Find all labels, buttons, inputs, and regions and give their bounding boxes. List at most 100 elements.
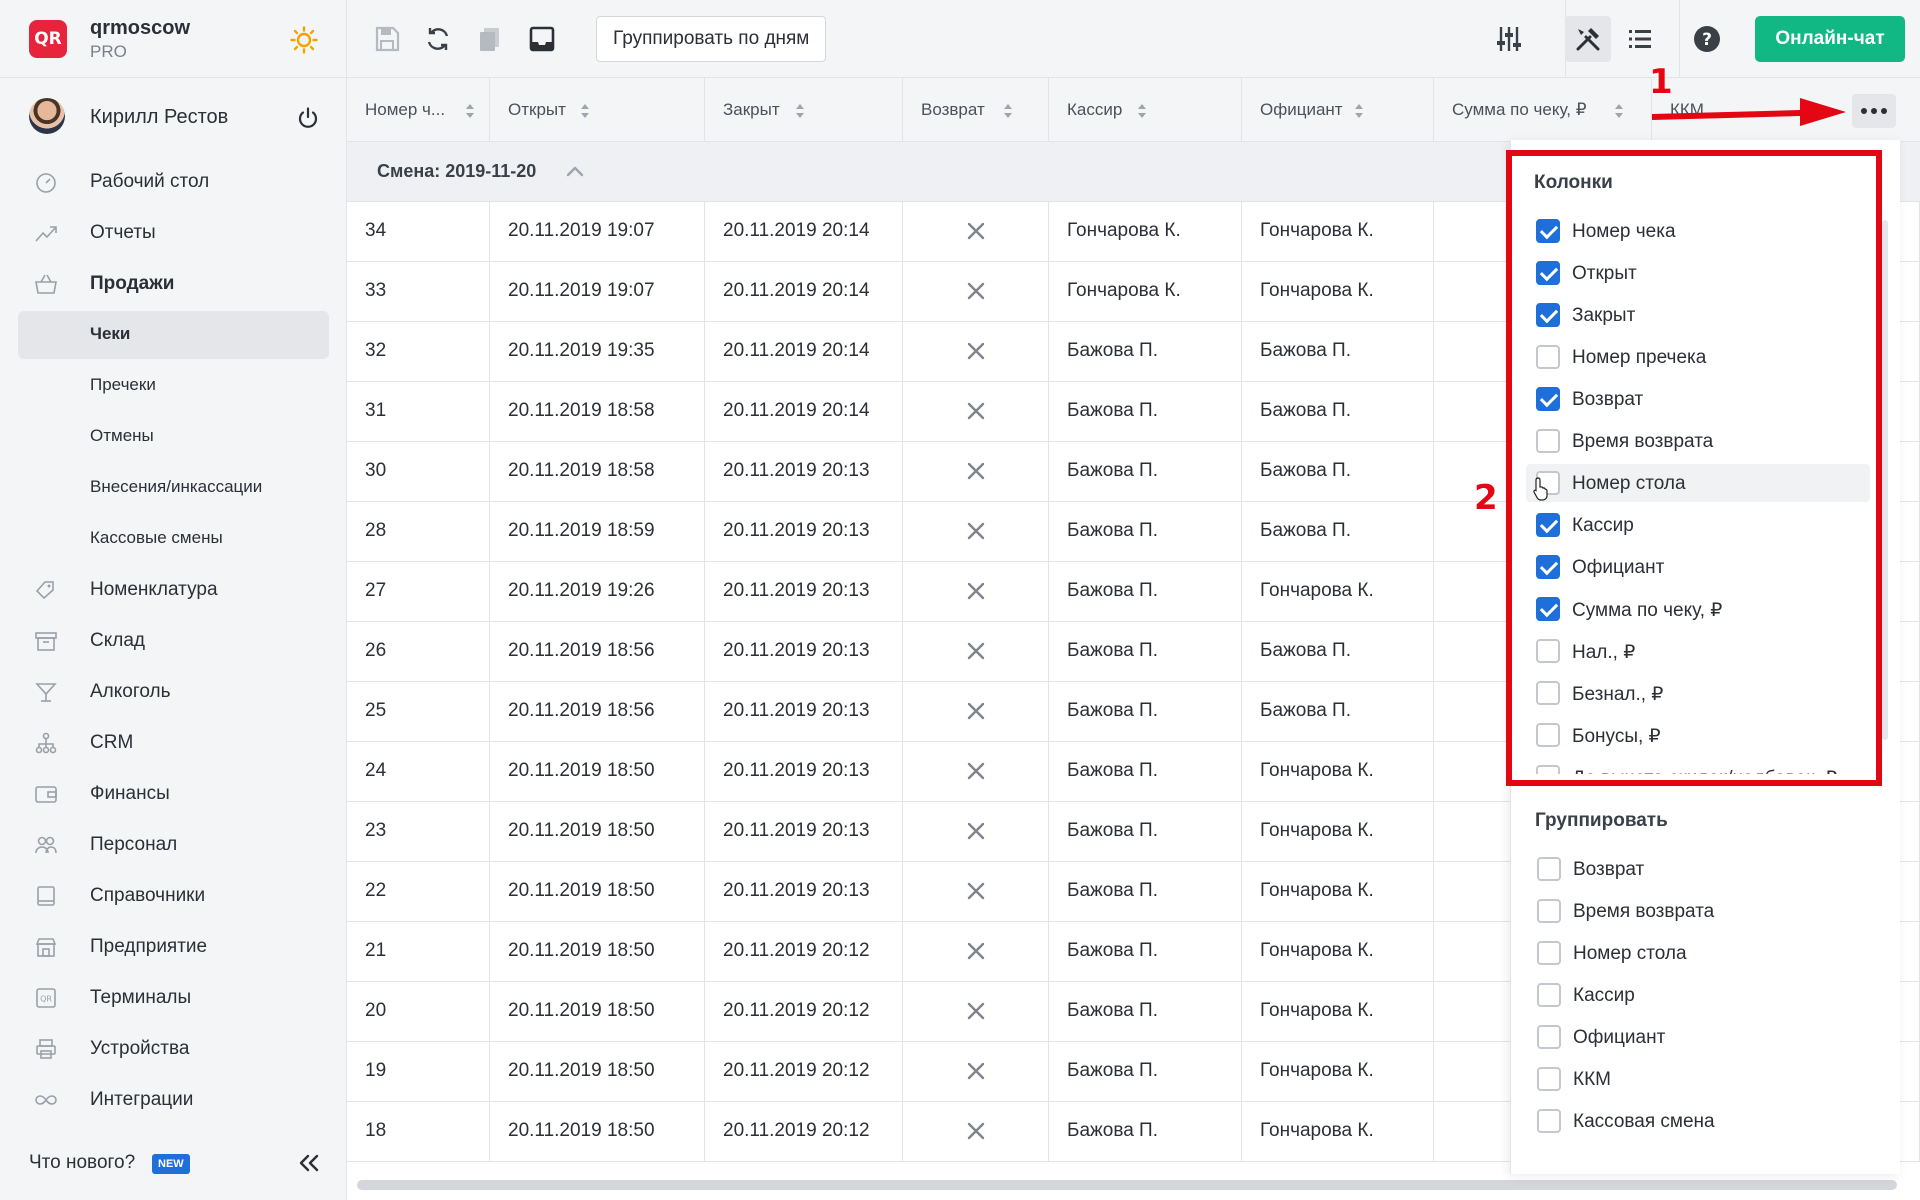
sort-icon[interactable] [1003,103,1013,119]
cell-value: Бажова П. [1067,520,1158,541]
table-cell: 31 [347,382,490,442]
group-checkbox[interactable] [1537,1025,1561,1049]
tools-icon[interactable] [1573,24,1603,54]
sort-icon[interactable] [1614,103,1624,119]
list-icon[interactable] [1625,24,1655,54]
sort-icon[interactable] [465,103,475,119]
group-checkbox[interactable] [1537,857,1561,881]
sun-icon[interactable] [290,26,318,54]
group-option[interactable]: ККМ [1527,1060,1871,1098]
more-options-button[interactable] [1852,94,1896,128]
column-header-waiter[interactable]: Официант [1242,78,1434,142]
group-option[interactable]: Кассовая смена [1527,1102,1871,1140]
people-icon [35,836,57,854]
whats-new-link[interactable]: Что нового? [29,1152,135,1174]
table-cell [903,502,1049,562]
table-cell: 20.11.2019 20:14 [705,322,903,382]
table-cell: 26 [347,622,490,682]
cell-value: 20.11.2019 20:13 [723,700,870,721]
help-icon[interactable]: ? [1692,24,1722,54]
cell-value: 33 [365,280,387,301]
power-icon[interactable] [296,106,320,130]
refresh-icon[interactable] [423,24,453,54]
sort-icon[interactable] [580,103,590,119]
speedometer-icon [36,173,56,193]
group-checkbox[interactable] [1537,941,1561,965]
cell-value: Бажова П. [1067,820,1158,841]
sort-icon[interactable] [1354,103,1364,119]
sidebar-item-staff[interactable]: Персонал [0,819,347,870]
sidebar-subitem-prechecks[interactable]: Пречеки [0,360,347,411]
group-option[interactable]: Официант [1527,1018,1871,1056]
table-cell: 27 [347,562,490,622]
group-option[interactable]: Время возврата [1527,892,1871,930]
group-checkbox[interactable] [1537,1067,1561,1091]
cell-value: 20.11.2019 20:13 [723,640,870,661]
columns-scrollbar[interactable] [1882,220,1888,740]
column-header-sum[interactable]: Сумма по чеку, ₽ [1434,78,1652,142]
column-header-open[interactable]: Открыт [490,78,705,142]
sliders-icon[interactable] [1494,24,1524,54]
sort-icon[interactable] [795,103,805,119]
group-by-days-button[interactable]: Группировать по дням [596,16,827,62]
sidebar-item-enterprise[interactable]: Предприятие [0,921,347,972]
group-checkbox[interactable] [1537,983,1561,1007]
group-checkbox[interactable] [1537,1109,1561,1133]
sidebar-item-desktop[interactable]: Рабочий стол [0,156,347,207]
column-header-cashier[interactable]: Кассир [1049,78,1242,142]
chevron-up-icon[interactable] [564,160,586,182]
store-icon [35,938,57,957]
sidebar-item-integrations[interactable]: Интеграции [0,1074,347,1125]
cell-value: 20.11.2019 20:12 [723,1000,870,1021]
group-option[interactable]: Кассир [1527,976,1871,1014]
sidebar-item-label: Пречеки [90,375,156,394]
sort-icon[interactable] [1137,103,1147,119]
app-plan: PRO [90,42,127,61]
column-header-return[interactable]: Возврат [903,78,1049,142]
online-chat-button[interactable]: Онлайн-чат [1755,16,1905,62]
cell-value: Бажова П. [1260,400,1351,421]
inbox-icon[interactable] [527,24,557,54]
sidebar-item-devices[interactable]: Устройства [0,1023,347,1074]
table-cell [903,382,1049,442]
sidebar-subitem-shifts[interactable]: Кассовые смены [0,513,347,564]
sidebar-item-finance[interactable]: Финансы [0,768,347,819]
group-option-label: Возврат [1573,859,1645,880]
cell-value: Гончарова К. [1067,220,1181,241]
cross-icon [967,1062,985,1080]
sidebar-item-directories[interactable]: Справочники [0,870,347,921]
column-header-closed[interactable]: Закрыт [705,78,903,142]
sidebar-subitem-deposits[interactable]: Внесения/инкассации [0,462,347,513]
table-cell: Бажова П. [1049,322,1242,382]
table-cell: Бажова П. [1049,862,1242,922]
table-cell: 28 [347,502,490,562]
cell-value: 19 [365,1060,387,1081]
sidebar-item-warehouse[interactable]: Склад [0,615,347,666]
app-logo[interactable]: QR [29,20,67,58]
table-cell: 20.11.2019 18:56 [490,682,705,742]
table-cell [903,1042,1049,1102]
collapse-sidebar-icon[interactable] [296,1150,322,1176]
column-header-number[interactable]: Номер ч... [347,78,490,142]
save-icon[interactable] [372,24,402,54]
sidebar-subitem-receipts[interactable]: Чеки [0,309,347,360]
sidebar-item-alcohol[interactable]: Алкоголь [0,666,347,717]
table-cell: 20.11.2019 18:58 [490,442,705,502]
group-option[interactable]: Возврат [1527,850,1871,888]
horizontal-scrollbar[interactable] [357,1180,1897,1190]
table-cell: 20.11.2019 20:13 [705,802,903,862]
group-checkbox[interactable] [1537,899,1561,923]
group-option-label: Официант [1573,1027,1666,1048]
sidebar-item-crm[interactable]: CRM [0,717,347,768]
sidebar-item-reports[interactable]: Отчеты [0,207,347,258]
cross-icon [967,282,985,300]
sidebar-item-terminals[interactable]: QR Терминалы [0,972,347,1023]
copy-icon[interactable] [475,24,505,54]
table-cell: Гончарова К. [1242,202,1434,262]
sidebar-item-nomenclature[interactable]: Номенклатура [0,564,347,615]
sidebar-subitem-cancellations[interactable]: Отмены [0,411,347,462]
group-option[interactable]: Номер стола [1527,934,1871,972]
user-name[interactable]: Кирилл Рестов [90,106,228,129]
avatar[interactable] [29,98,65,134]
sidebar-item-sales[interactable]: Продажи [0,258,347,309]
